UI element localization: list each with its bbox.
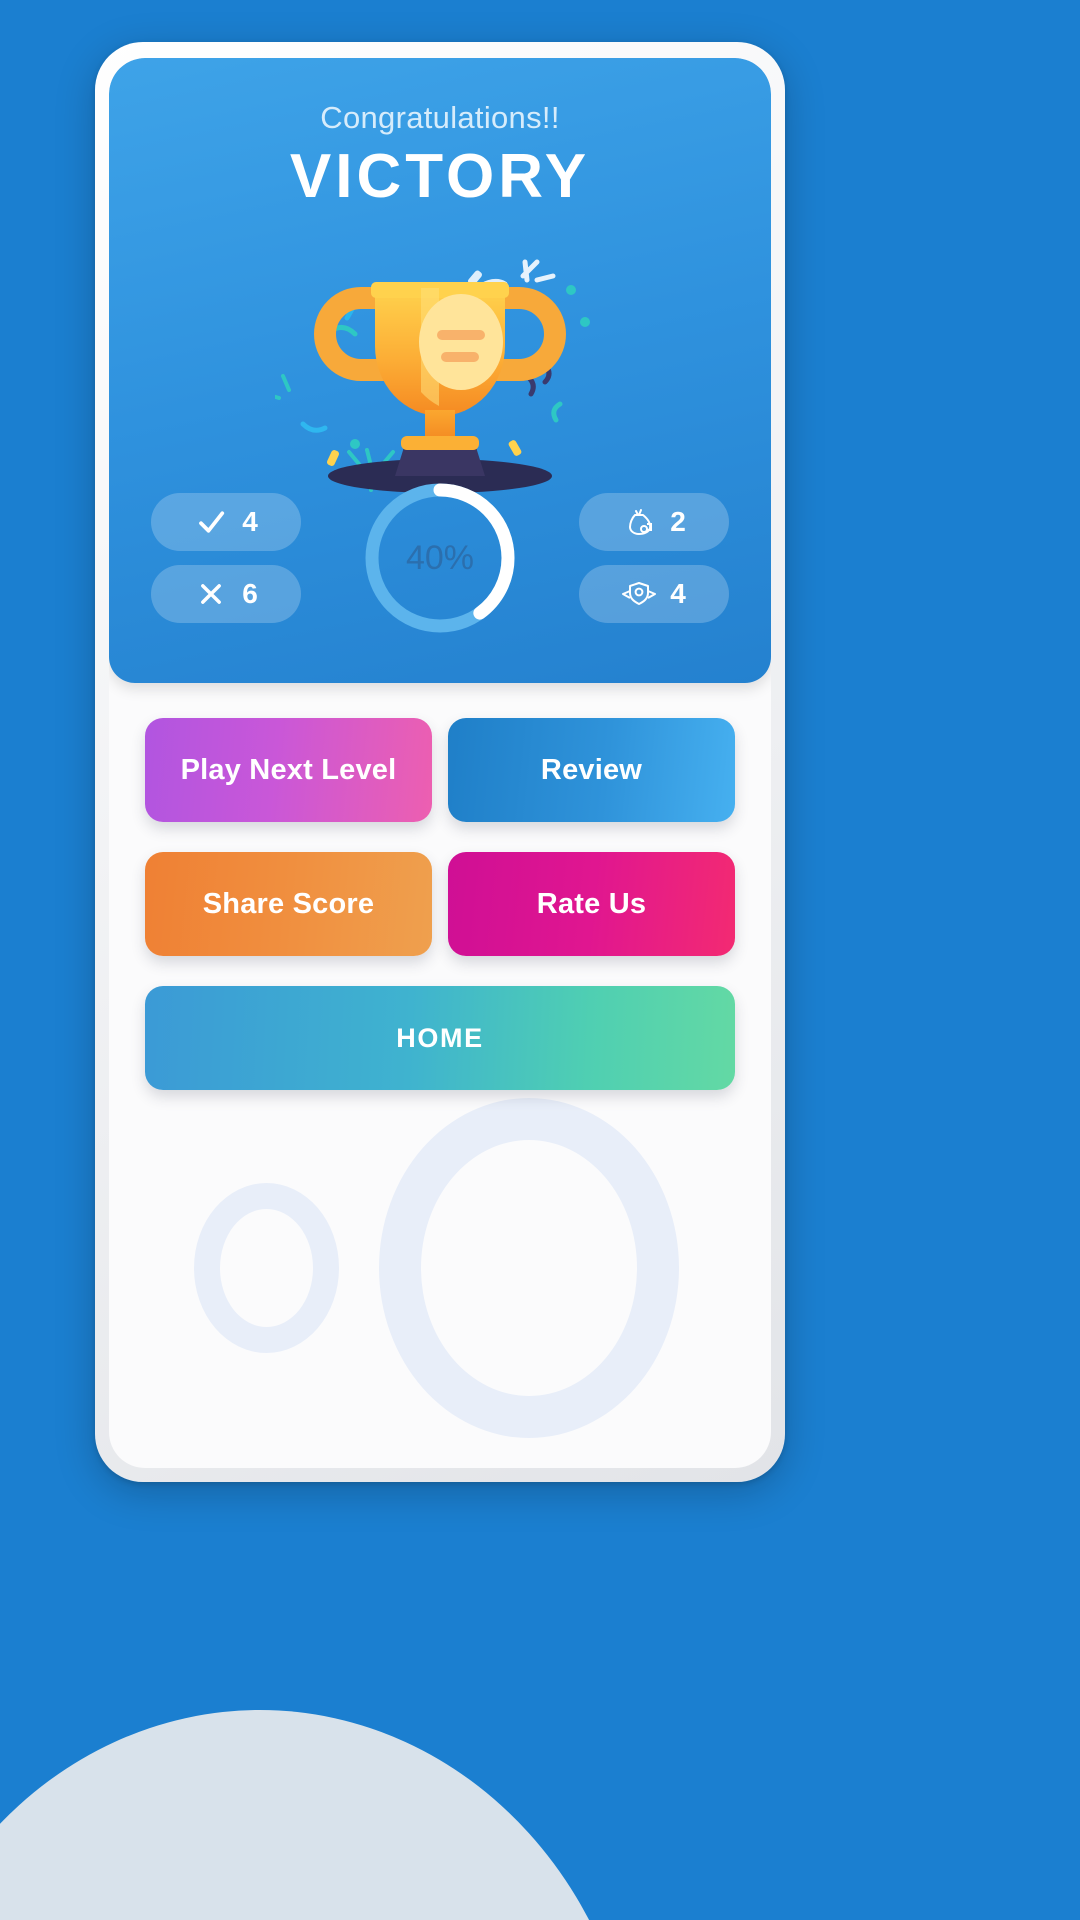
share-score-button[interactable]: Share Score	[145, 852, 432, 956]
stat-coins-pill: 2	[579, 493, 729, 551]
stats-row: 4 6 40% 2 4	[109, 473, 771, 643]
badge-shield-icon	[622, 577, 657, 611]
review-button[interactable]: Review	[448, 718, 735, 822]
watermark-circle-small	[194, 1183, 339, 1353]
rate-us-button[interactable]: Rate Us	[448, 852, 735, 956]
trophy-icon	[275, 259, 590, 493]
trophy-illustration	[109, 214, 771, 504]
victory-title: VICTORY	[289, 142, 591, 211]
action-buttons: Play Next Level Review Share Score Rate …	[109, 683, 771, 1090]
watermark-circle-large	[379, 1098, 679, 1438]
stat-badge-value: 4	[670, 578, 686, 609]
stat-wrong-pill: 6	[151, 565, 301, 623]
progress-donut: 40%	[356, 474, 524, 642]
play-next-level-button[interactable]: Play Next Level	[145, 718, 432, 822]
phone-frame: Congratulations!! VICTORY 4 6 40% 2 4 Pl…	[95, 42, 785, 1482]
home-button[interactable]: HOME	[145, 986, 735, 1090]
money-bag-icon	[622, 505, 656, 539]
action-row-3: HOME	[145, 986, 735, 1090]
congratulations-text: Congratulations!!	[320, 100, 560, 135]
check-icon	[194, 505, 228, 539]
result-card: Congratulations!! VICTORY 4 6 40% 2 4	[109, 58, 771, 683]
stat-coins-value: 2	[670, 506, 686, 537]
stats-right-column: 2 4	[579, 493, 729, 623]
cross-icon	[194, 577, 228, 611]
action-row-1: Play Next Level Review	[145, 718, 735, 822]
background-wave-decoration	[0, 1710, 640, 1920]
progress-percent-label: 40%	[405, 538, 475, 577]
stats-left-column: 4 6	[151, 493, 301, 623]
phone-screen: Congratulations!! VICTORY 4 6 40% 2 4 Pl…	[109, 58, 771, 1468]
stat-wrong-value: 6	[242, 578, 258, 609]
stat-correct-value: 4	[242, 506, 258, 537]
action-row-2: Share Score Rate Us	[145, 852, 735, 956]
stat-correct-pill: 4	[151, 493, 301, 551]
stat-badge-pill: 4	[579, 565, 729, 623]
